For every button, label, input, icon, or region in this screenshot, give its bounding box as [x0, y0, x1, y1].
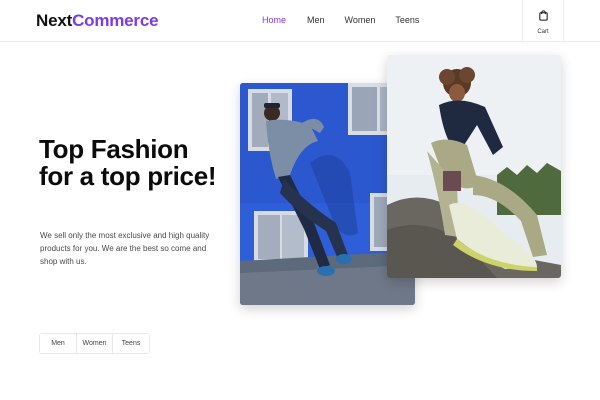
nav-home-link[interactable]: Home	[262, 14, 286, 26]
logo-text-accent: Commerce	[72, 11, 159, 30]
category-women-button[interactable]: Women	[77, 334, 113, 353]
category-buttons: Men Women Teens	[39, 333, 150, 354]
nav-men-link[interactable]: Men	[307, 14, 325, 26]
cart-label: Cart	[537, 28, 549, 35]
hero-title: Top Fashion for a top price!	[39, 134, 217, 191]
logo-text-primary: Next	[36, 11, 73, 30]
category-men-button[interactable]: Men	[40, 334, 77, 353]
cart-button[interactable]: Cart	[522, 0, 564, 42]
site-header: NextCommerce Home Men Women Teens Cart	[0, 0, 600, 42]
nav-teens-link[interactable]: Teens	[395, 14, 419, 26]
shopping-bag-icon	[538, 8, 549, 26]
hero-image-sitting	[387, 55, 561, 278]
category-teens-button[interactable]: Teens	[113, 334, 149, 353]
logo[interactable]: NextCommerce	[36, 10, 159, 32]
hero-description: We sell only the most exclusive and high…	[40, 231, 210, 266]
main-nav: Home Men Women Teens	[262, 14, 419, 26]
nav-women-link[interactable]: Women	[345, 14, 376, 26]
